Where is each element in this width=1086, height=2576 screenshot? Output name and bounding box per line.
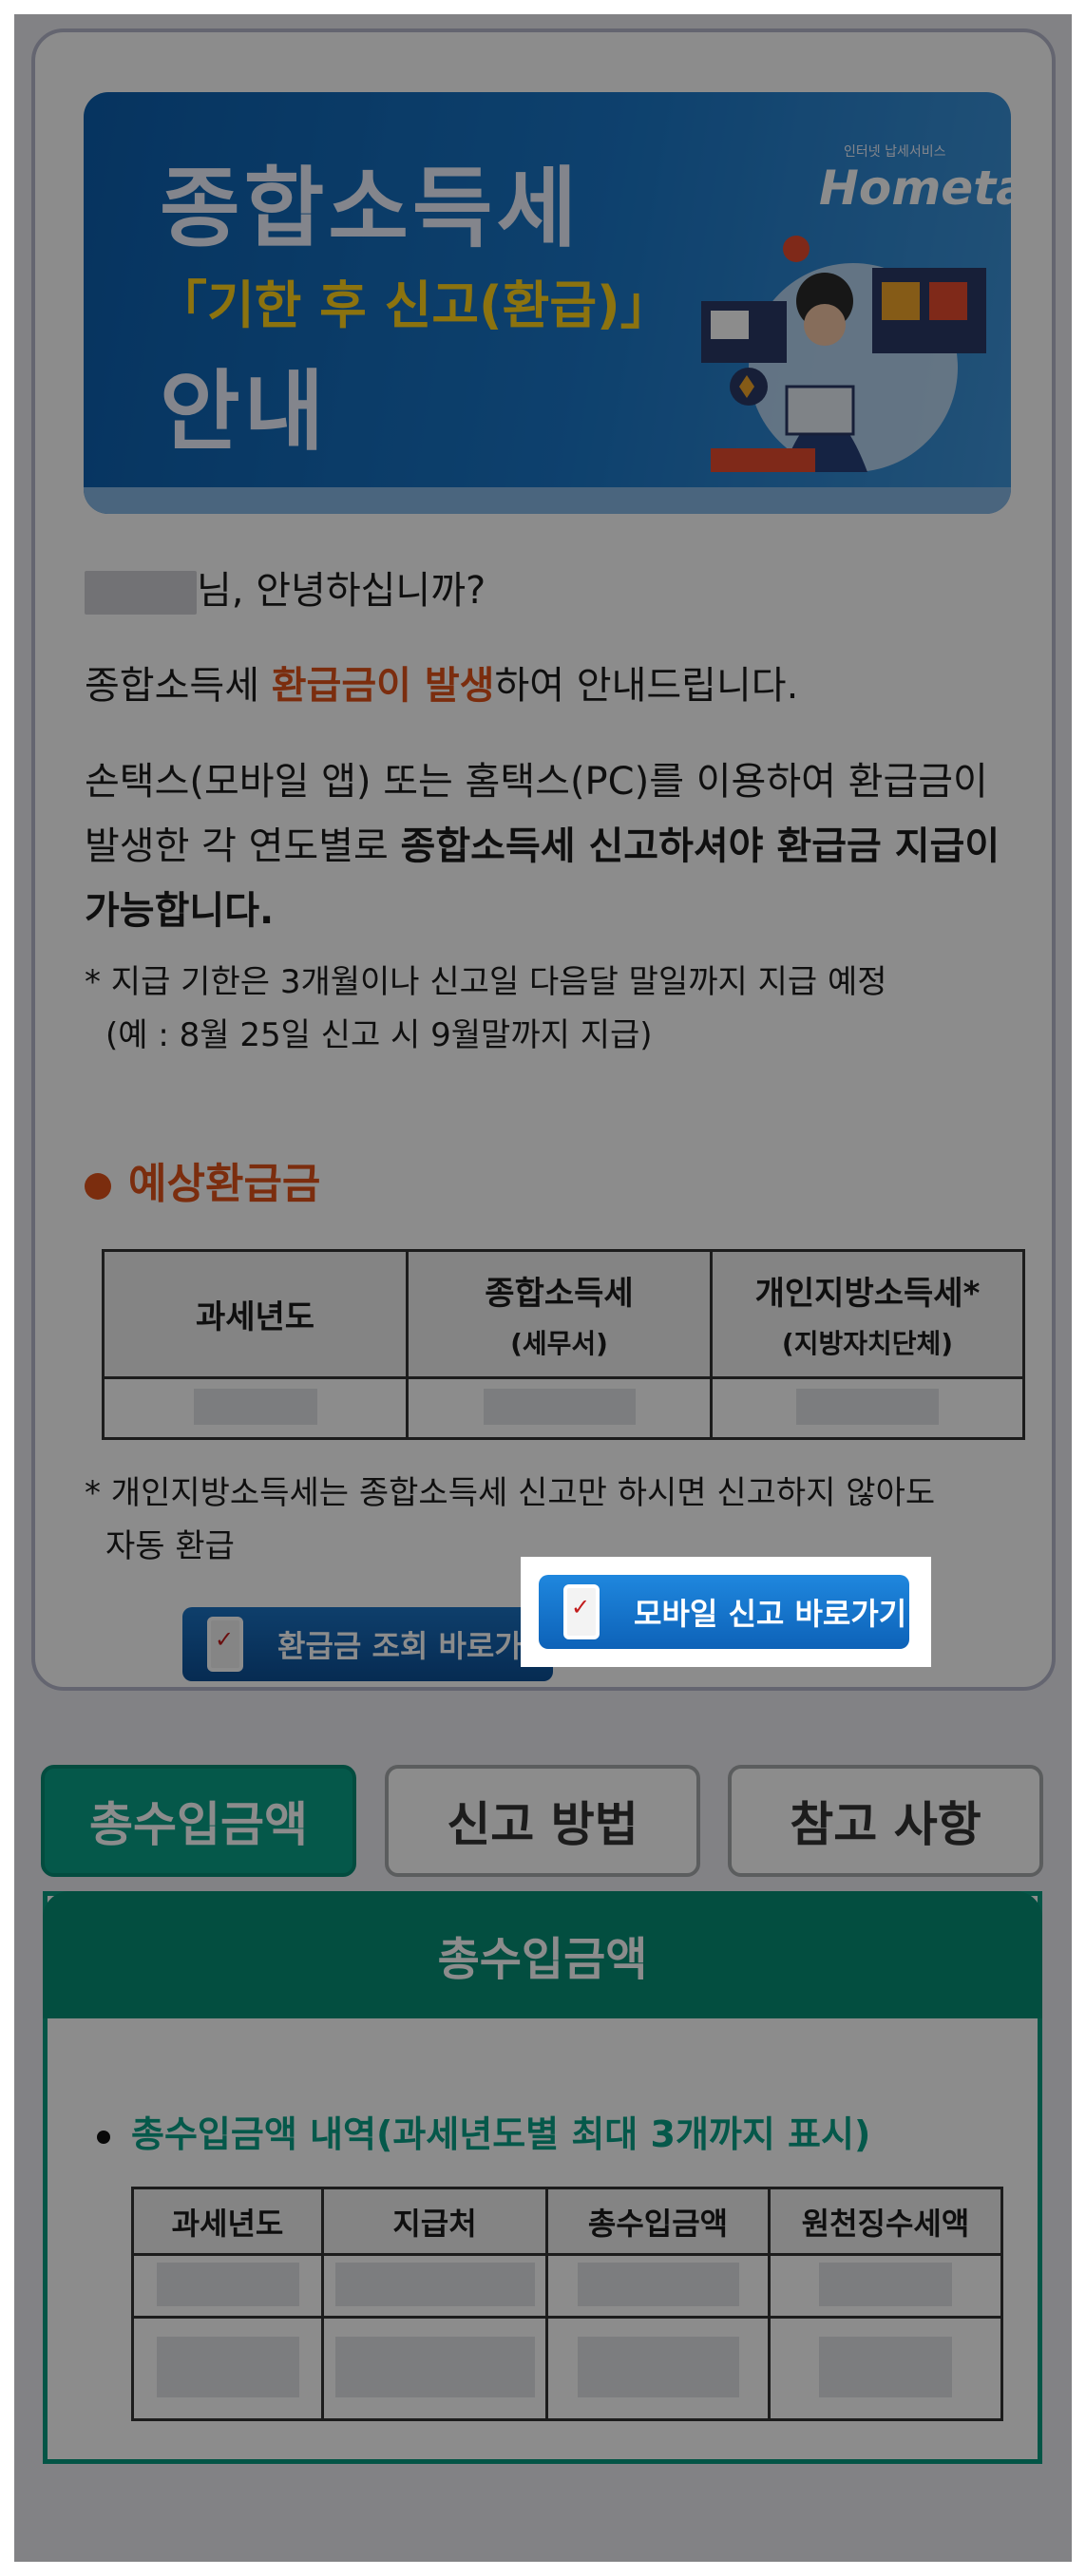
table-cell [131,2253,324,2319]
table-header-row: 과세년도 지급처 총수입금액 원천징수세액 [131,2187,1003,2256]
bullet-icon [97,2130,110,2144]
table-cell [768,2253,1003,2319]
mobile-filing-button[interactable]: 모바일 신고 바로가기 [539,1575,909,1649]
header-income-tax: 종합소득세 (세무서) [406,1249,713,1379]
greeting-text: 님, 안녕하십니까? [197,569,486,613]
table-row [131,2316,1003,2421]
table-cell [321,2316,548,2421]
table-cell [102,1376,409,1440]
total-income-subtitle-text: 총수입금액 내역(과세년도별 최대 3개까지 표시) [131,2113,871,2155]
header-total-income: 총수입금액 [545,2187,771,2256]
table-cell [545,2253,771,2319]
refund-notice-pre: 종합소득세 [85,664,272,708]
header-withholding-tax: 원천징수세액 [768,2187,1003,2256]
banner-illustration [701,236,986,472]
redacted-value [577,2262,739,2306]
redacted-value [334,2262,535,2306]
redacted-value [819,2336,952,2397]
mobile-check-icon [563,1584,600,1639]
mobile-filing-label: 모바일 신고 바로가기 [634,1596,907,1632]
hometax-logo: Hometax. [819,161,1011,216]
payment-deadline-line2: (예 : 8월 25일 신고 시 9월말까지 지급) [105,1016,653,1054]
payment-deadline-line1: * 지급 기한은 3개월이나 신고일 다음달 말일까지 지급 예정 [85,963,887,1001]
payment-deadline-note: * 지급 기한은 3개월이나 신고일 다음달 말일까지 지급 예정 (예 : 8… [85,956,887,1062]
header-local-income-tax: 개인지방소득세* (지방자치단체) [710,1249,1025,1379]
table-cell [131,2316,324,2421]
table-cell [545,2316,771,2421]
expected-refund-title-text: 예상환급금 [128,1160,321,1208]
highlight-box: 모바일 신고 바로가기 [521,1557,931,1667]
redacted-value [796,1388,939,1425]
total-income-panel: 총수입금액 총수입금액 내역(과세년도별 최대 3개까지 표시) 과세년도 지급… [43,1891,1042,2464]
header-payer: 지급처 [321,2187,548,2256]
header-tax-year: 과세년도 [102,1249,409,1379]
table-row [131,2253,1003,2319]
banner-title-line2: 「기한 후 신고(환급)」 [156,275,672,335]
redacted-name [85,571,197,615]
redacted-value [483,1388,636,1425]
redacted-value [577,2336,739,2397]
refund-query-label: 환급금 조회 바로가기 [277,1628,551,1664]
banner-title-line3: 안내 [160,361,329,463]
notice-card: 종합소득세 「기한 후 신고(환급)」 안내 인터넷 납세서비스 Hometax… [31,28,1056,1691]
table-row [102,1376,1025,1440]
banner-bottom-strip [84,487,1011,514]
refund-notice-highlight: 환급금이 발생 [271,664,495,708]
redacted-value [334,2336,535,2397]
table-cell [406,1376,713,1440]
banner: 종합소득세 「기한 후 신고(환급)」 안내 인터넷 납세서비스 Hometax… [84,92,1011,514]
header-tax-year: 과세년도 [131,2187,324,2256]
refund-query-button[interactable]: 환급금 조회 바로가기 [182,1607,553,1681]
redacted-value [156,2336,299,2397]
tab-total-income[interactable]: 총수입금액 [41,1765,356,1877]
redacted-value [156,2262,299,2306]
table-header-row: 과세년도 종합소득세 (세무서) 개인지방소득세* (지방자치단체) [102,1249,1025,1379]
greeting: 님, 안녕하십니까? [85,559,486,615]
total-income-subtitle: 총수입금액 내역(과세년도별 최대 3개까지 표시) [97,2105,870,2157]
panel-title: 총수입금액 [43,1891,1042,2018]
refund-notice-post: 하여 안내드립니다. [494,664,799,708]
local-tax-note-line1: * 개인지방소득세는 종합소득세 신고만 하시면 신고하지 않아도 [85,1474,936,1512]
banner-title-line1: 종합소득세 [160,158,581,259]
total-income-table: 과세년도 지급처 총수입금액 원천징수세액 [131,2187,1003,2421]
table-cell [768,2316,1003,2421]
redacted-value [193,1388,317,1425]
redacted-value [819,2262,952,2306]
expected-refund-table: 과세년도 종합소득세 (세무서) 개인지방소득세* (지방자치단체) [102,1249,1025,1440]
tab-reference[interactable]: 참고 사항 [728,1765,1043,1877]
refund-notice-line: 종합소득세 환급금이 발생하여 안내드립니다. [85,654,798,710]
table-cell [321,2253,548,2319]
hometax-logo-subtitle: 인터넷 납세서비스 [844,144,946,160]
orange-bullet-icon [85,1173,111,1200]
table-cell [710,1376,1025,1440]
tab-filing-method[interactable]: 신고 방법 [385,1765,700,1877]
filing-instructions: 손택스(모바일 앱) 또는 홈택스(PC)를 이용하여 환급금이 발생한 각 연… [85,749,1025,943]
mobile-check-icon [207,1617,243,1672]
expected-refund-title: 예상환급금 [85,1149,320,1210]
